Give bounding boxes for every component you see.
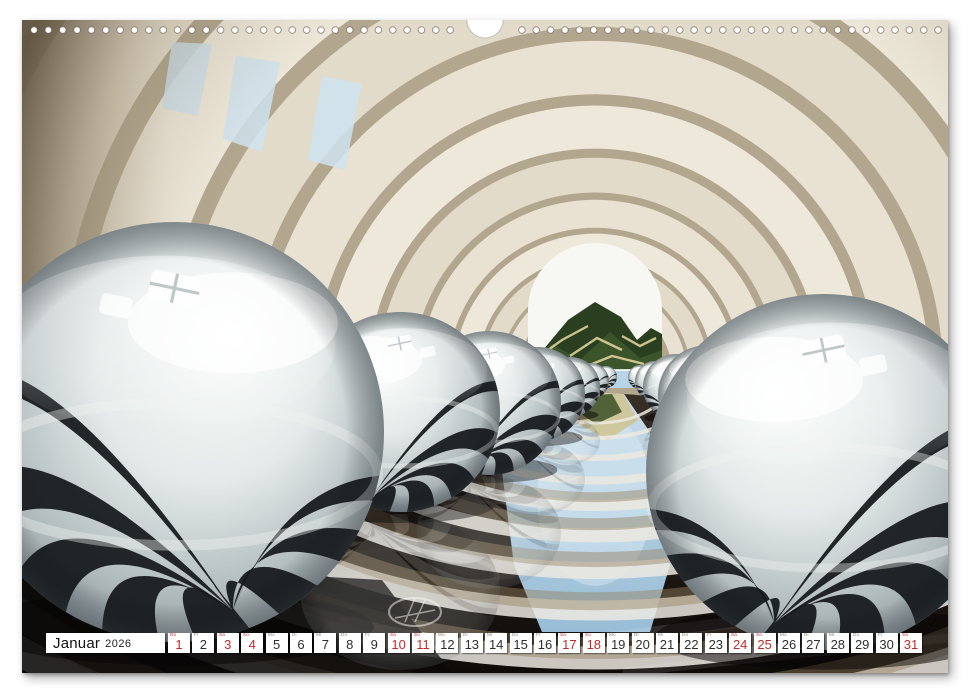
day-cell: Sa31	[900, 633, 922, 653]
day-number: 4	[241, 637, 263, 652]
calendar-page: Januar 2026 Do1Fr2Sa3So4Mo5Di6Mi7Do8Fr9S…	[22, 20, 948, 673]
month-box: Januar 2026	[46, 633, 165, 653]
day-number: 13	[461, 637, 483, 652]
date-strip: Januar 2026 Do1Fr2Sa3So4Mo5Di6Mi7Do8Fr9S…	[22, 633, 948, 655]
year-label: 2026	[105, 638, 131, 650]
day-number: 19	[607, 637, 629, 652]
day-number: 20	[632, 637, 654, 652]
day-cell: Fr9	[363, 633, 385, 653]
day-cell: Mi7	[314, 633, 336, 653]
month-label: Januar	[53, 635, 100, 652]
day-cell: Di27	[802, 633, 824, 653]
day-cell: Fr30	[876, 633, 898, 653]
day-cell: So25	[754, 633, 776, 653]
day-number: 16	[534, 637, 556, 652]
day-number: 24	[729, 637, 751, 652]
day-cell: So4	[241, 633, 263, 653]
day-cell: Mo12	[436, 633, 458, 653]
day-number: 22	[680, 637, 702, 652]
day-cell: Sa3	[217, 633, 239, 653]
day-number: 21	[656, 637, 678, 652]
day-number: 9	[363, 637, 385, 652]
day-number: 29	[851, 637, 873, 652]
day-cell: Mi21	[656, 633, 678, 653]
day-number: 23	[705, 637, 727, 652]
day-cell: Sa17	[558, 633, 580, 653]
calendar-mockup: Januar 2026 Do1Fr2Sa3So4Mo5Di6Mi7Do8Fr9S…	[0, 0, 971, 700]
day-cell: Di20	[632, 633, 654, 653]
day-cell: Do1	[168, 633, 190, 653]
day-cell: Mo5	[266, 633, 288, 653]
day-number: 7	[314, 637, 336, 652]
day-cell: Fr2	[192, 633, 214, 653]
artwork-image	[22, 20, 948, 673]
day-cell: Fr23	[705, 633, 727, 653]
day-cell: Do8	[339, 633, 361, 653]
day-number: 11	[412, 637, 434, 652]
day-cell: Do22	[680, 633, 702, 653]
day-number: 15	[510, 637, 532, 652]
day-cell: So18	[583, 633, 605, 653]
day-number: 10	[388, 637, 410, 652]
day-number: 28	[827, 637, 849, 652]
day-cell: So11	[412, 633, 434, 653]
day-cell: Mo19	[607, 633, 629, 653]
day-number: 26	[778, 637, 800, 652]
day-number: 12	[436, 637, 458, 652]
day-cell: Mi14	[485, 633, 507, 653]
day-number: 5	[266, 637, 288, 652]
day-number: 2	[192, 637, 214, 652]
day-cell: Do15	[510, 633, 532, 653]
day-cell: Fr16	[534, 633, 556, 653]
day-cell: Mo26	[778, 633, 800, 653]
day-number: 18	[583, 637, 605, 652]
day-number: 25	[754, 637, 776, 652]
day-number: 17	[558, 637, 580, 652]
day-cell: Di13	[461, 633, 483, 653]
day-cell: Do29	[851, 633, 873, 653]
day-number: 3	[217, 637, 239, 652]
day-number: 6	[290, 637, 312, 652]
day-number: 14	[485, 637, 507, 652]
day-number: 1	[168, 637, 190, 652]
day-cell: Sa10	[388, 633, 410, 653]
day-number: 31	[900, 637, 922, 652]
day-cell: Di6	[290, 633, 312, 653]
day-cell: Sa24	[729, 633, 751, 653]
day-number: 30	[876, 637, 898, 652]
day-number: 8	[339, 637, 361, 652]
day-number: 27	[802, 637, 824, 652]
day-cell: Mi28	[827, 633, 849, 653]
